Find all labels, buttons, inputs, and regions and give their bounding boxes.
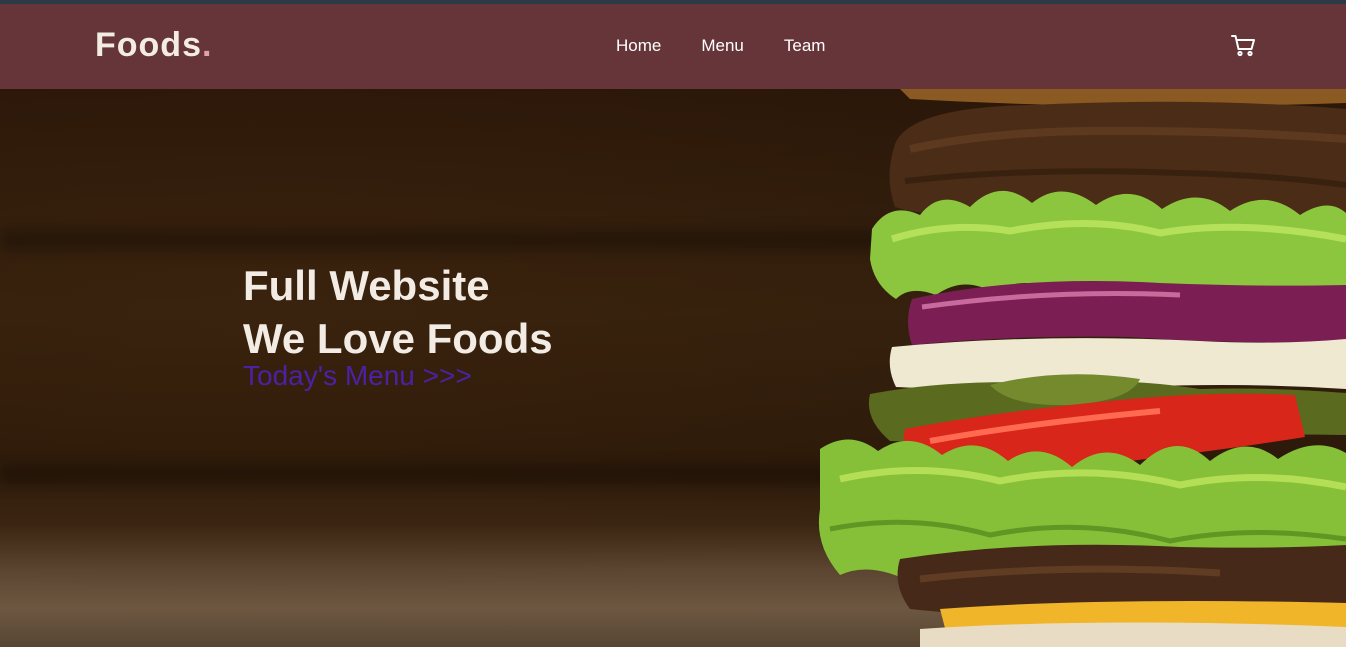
logo-text: Foods — [95, 26, 202, 64]
shopping-cart-icon[interactable] — [1229, 31, 1257, 59]
navbar: Foods. Home Menu Team — [0, 4, 1346, 89]
nav-link-home[interactable]: Home — [616, 36, 661, 56]
hero-section: Full Website We Love Foods Today's Menu … — [0, 89, 1346, 647]
nav-links: Home Menu Team — [616, 36, 865, 56]
hero-title-line-2: We Love Foods — [243, 315, 553, 362]
logo[interactable]: Foods. — [95, 26, 212, 65]
nav-link-team[interactable]: Team — [784, 36, 826, 56]
nav-link-menu[interactable]: Menu — [701, 36, 744, 56]
hero-title-line-1: Full Website — [243, 262, 490, 309]
wood-shadow — [0, 229, 900, 251]
burger-image — [818, 89, 1346, 647]
wood-shadow — [0, 464, 900, 486]
logo-dot: . — [201, 26, 213, 64]
hero-text: Full Website We Love Foods Today's Menu … — [243, 259, 553, 392]
